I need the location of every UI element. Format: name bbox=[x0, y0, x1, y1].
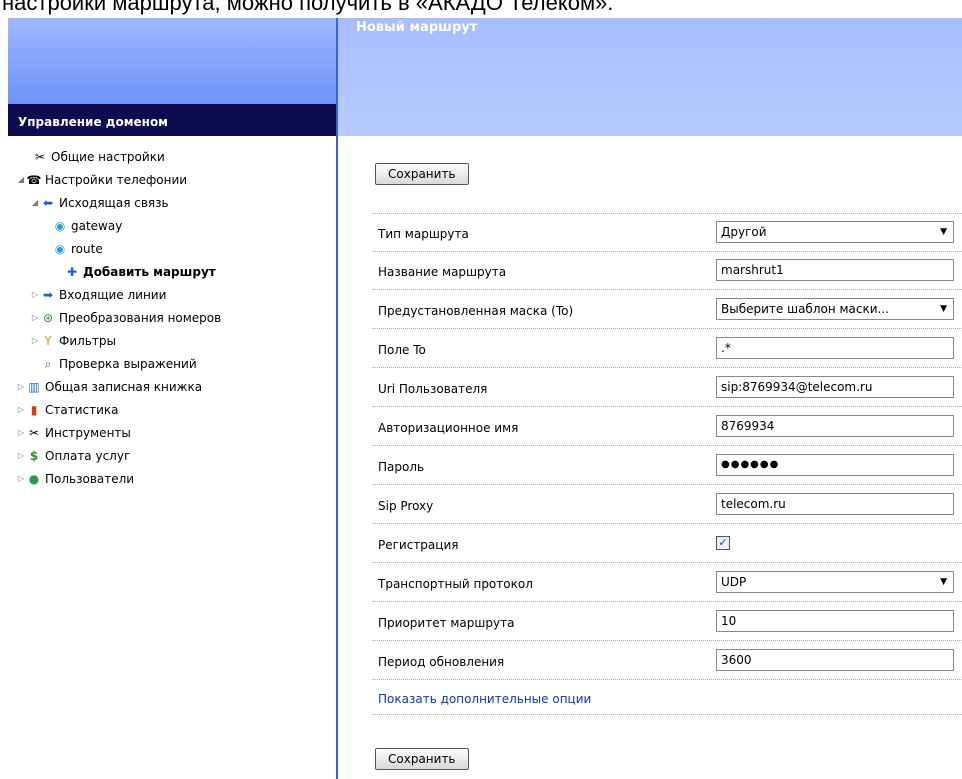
incoming-arrow-icon: ➡ bbox=[42, 288, 54, 302]
sidebar-item-telephony-settings[interactable]: ◢ ☎ Настройки телефонии bbox=[16, 169, 187, 191]
field-row-refresh-period: Период обновления 3600 bbox=[372, 642, 962, 680]
show-more-options-link[interactable]: Показать дополнительные опции bbox=[378, 692, 591, 706]
field-row-route-name: Название маршрута marshrut1 bbox=[372, 252, 962, 290]
dollar-icon: $ bbox=[29, 449, 39, 463]
gateway-icon: ◉ bbox=[54, 219, 66, 233]
field-row-password: Пароль ●●●●●● bbox=[372, 447, 962, 485]
sidebar-item-label: Пользователи bbox=[45, 472, 135, 486]
sidebar-item-label: Общие настройки bbox=[51, 150, 165, 164]
divider bbox=[372, 714, 962, 715]
field-row-sip-proxy: Sip Proxy telecom.ru bbox=[372, 486, 962, 524]
sidebar-item-label: route bbox=[71, 242, 103, 256]
sidebar-item-label: Общая записная книжка bbox=[45, 380, 203, 394]
priority-input[interactable]: 10 bbox=[716, 610, 954, 632]
sidebar-item-label: Исходящая связь bbox=[59, 196, 169, 210]
sidebar-item-label: Проверка выражений bbox=[59, 357, 197, 371]
save-button-top[interactable]: Сохранить bbox=[375, 163, 469, 185]
field-row-auth-name: Авторизационное имя 8769934 bbox=[372, 408, 962, 446]
chevron-down-icon: ▼ bbox=[940, 577, 947, 587]
field-row-to-field: Поле To .* bbox=[372, 330, 962, 368]
field-row-registration: Регистрация ✓ bbox=[372, 525, 962, 563]
sidebar-item-expression-check[interactable]: ⌕ Проверка выражений bbox=[40, 353, 197, 375]
route-icon: ◉ bbox=[54, 242, 66, 256]
auth-name-input[interactable]: 8769934 bbox=[716, 415, 954, 437]
page-title: Новый маршрут bbox=[356, 20, 478, 35]
chevron-down-icon: ▼ bbox=[940, 227, 947, 237]
mask-preset-select[interactable]: Выберите шаблон маски... ▼ bbox=[716, 298, 954, 320]
collapse-arrow-icon[interactable]: ▷ bbox=[16, 422, 26, 444]
chevron-down-icon: ▼ bbox=[940, 304, 947, 314]
filter-icon: Y bbox=[44, 334, 52, 348]
sidebar-item-label: Преобразования номеров bbox=[59, 311, 222, 325]
sidebar-item-add-route[interactable]: ✚ Добавить маршрут bbox=[64, 261, 216, 283]
to-field-input[interactable]: .* bbox=[716, 337, 954, 359]
chart-icon: ▮ bbox=[30, 403, 38, 417]
right-banner bbox=[338, 18, 962, 136]
route-name-input[interactable]: marshrut1 bbox=[716, 259, 954, 281]
user-uri-input[interactable]: sip:8769934@telecom.ru bbox=[716, 376, 954, 398]
collapse-arrow-icon[interactable]: ▷ bbox=[16, 399, 26, 421]
page-caption: настройки маршрута, можно получить в «АК… bbox=[2, 0, 614, 15]
sidebar-item-label: Добавить маршрут bbox=[83, 265, 216, 279]
field-row-user-uri: Uri Пользователя sip:8769934@telecom.ru bbox=[372, 369, 962, 407]
collapse-arrow-icon[interactable]: ▷ bbox=[16, 445, 26, 467]
left-banner bbox=[8, 18, 336, 104]
sidebar-item-label: Инструменты bbox=[45, 426, 131, 440]
checkmark-icon: ✓ bbox=[718, 536, 728, 549]
sidebar-item-label: Входящие линии bbox=[59, 288, 167, 302]
sidebar-item-outgoing[interactable]: ◢ ⬅ Исходящая связь bbox=[30, 192, 169, 214]
collapse-arrow-icon[interactable]: ▷ bbox=[16, 376, 26, 398]
sip-proxy-input[interactable]: telecom.ru bbox=[716, 493, 954, 515]
collapse-arrow-icon[interactable]: ▷ bbox=[30, 307, 40, 329]
sidebar-item-tools[interactable]: ▷ ✂ Инструменты bbox=[16, 422, 131, 444]
sidebar-item-incoming[interactable]: ▷ ➡ Входящие линии bbox=[30, 284, 166, 306]
sidebar-item-label: Фильтры bbox=[59, 334, 116, 348]
sidebar-item-number-transform[interactable]: ▷ ⊛ Преобразования номеров bbox=[30, 307, 221, 329]
collapse-arrow-icon[interactable]: ▷ bbox=[30, 284, 40, 306]
field-row-mask-preset: Предустановленная маска (To) Выберите ша… bbox=[372, 291, 962, 329]
field-row-transport: Транспортный протокол UDP ▼ bbox=[372, 564, 962, 602]
field-row-priority: Приоритет маршрута 10 bbox=[372, 603, 962, 641]
transport-protocol-select[interactable]: UDP ▼ bbox=[716, 571, 954, 593]
users-icon: ● bbox=[28, 472, 40, 486]
plus-icon: ✚ bbox=[66, 265, 78, 279]
sidebar-item-payment[interactable]: ▷ $ Оплата услуг bbox=[16, 445, 130, 467]
sidebar-item-filters[interactable]: ▷ Y Фильтры bbox=[30, 330, 116, 352]
tools-icon: ✂ bbox=[34, 150, 46, 164]
collapse-arrow-icon[interactable]: ▷ bbox=[30, 330, 40, 352]
sidebar-item-general-settings[interactable]: ✂ Общие настройки bbox=[22, 146, 165, 168]
sidebar-header: Управление доменом bbox=[8, 104, 336, 136]
expand-arrow-icon[interactable]: ◢ bbox=[30, 192, 40, 214]
sidebar-item-label: Оплата услуг bbox=[45, 449, 131, 463]
expand-arrow-icon[interactable]: ◢ bbox=[16, 169, 26, 191]
book-icon: ▥ bbox=[28, 380, 40, 394]
phone-settings-icon: ☎ bbox=[26, 173, 42, 187]
refresh-period-input[interactable]: 3600 bbox=[716, 649, 954, 671]
sidebar-item-route[interactable]: ◉ route bbox=[52, 238, 103, 260]
sidebar-item-label: gateway bbox=[71, 219, 123, 233]
sidebar-item-address-book[interactable]: ▷ ▥ Общая записная книжка bbox=[16, 376, 202, 398]
save-button-bottom[interactable]: Сохранить bbox=[375, 748, 469, 770]
outgoing-arrow-icon: ⬅ bbox=[42, 196, 54, 210]
sidebar-item-statistics[interactable]: ▷ ▮ Статистика bbox=[16, 399, 119, 421]
field-row-route-type: Тип маршрута Другой ▼ bbox=[372, 214, 962, 252]
magnifier-icon: ⌕ bbox=[44, 357, 52, 371]
sidebar-item-users[interactable]: ▷ ● Пользователи bbox=[16, 468, 134, 490]
sidebar-item-gateway[interactable]: ◉ gateway bbox=[52, 215, 123, 237]
tools-icon: ✂ bbox=[28, 426, 40, 440]
sidebar-item-label: Статистика bbox=[45, 403, 119, 417]
collapse-arrow-icon[interactable]: ▷ bbox=[16, 468, 26, 490]
transform-icon: ⊛ bbox=[42, 311, 54, 325]
route-type-select[interactable]: Другой ▼ bbox=[716, 221, 954, 243]
sidebar-item-label: Настройки телефонии bbox=[45, 173, 188, 187]
registration-checkbox[interactable]: ✓ bbox=[716, 536, 730, 550]
password-input[interactable]: ●●●●●● bbox=[716, 454, 954, 476]
